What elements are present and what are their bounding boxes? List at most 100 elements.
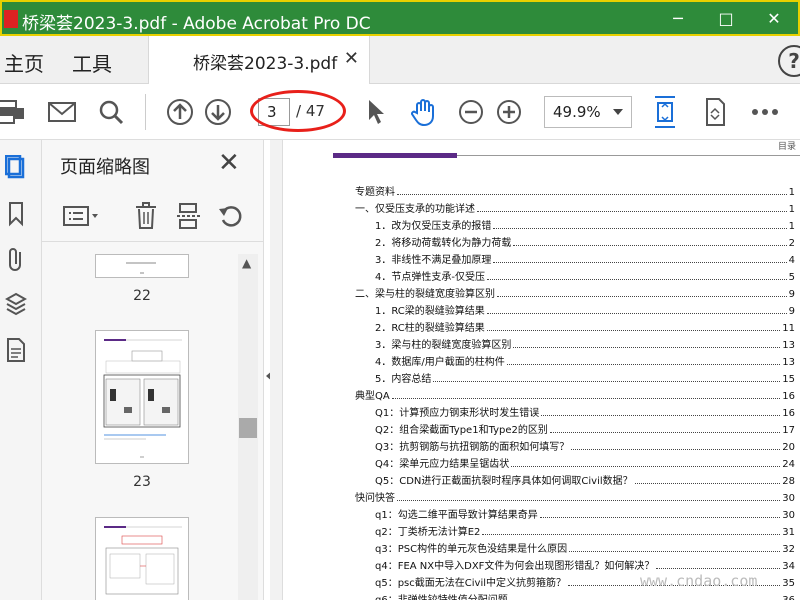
toc-entry[interactable]: 快问快答 30 [355,487,795,504]
toc-entry[interactable]: Q5：CDN进行正截面抗裂时程序具体如何调取Civil数据？ 28 [355,470,795,487]
toc-entry-page: 1 [788,204,795,215]
toc-entry-title: 1．RC梁的裂缝验算结果 [375,302,487,317]
toc-entry-page: 28 [782,476,795,487]
close-window-button[interactable]: ✕ [750,2,798,34]
toc-entry-page: 24 [782,459,795,470]
toc-leader-dots [549,432,781,433]
toc-leader-dots [493,262,787,263]
toc-entry[interactable]: Q3：抗剪钢筋与抗扭钢筋的面积如何填写？ 20 [355,436,795,453]
toc-entry-title: 一、仅受压支承的功能详述 [355,200,477,215]
toc-entry[interactable]: 二、梁与柱的裂缝宽度验算区别 9 [355,283,795,300]
highlight-oval-annotation [250,90,346,132]
toc-entry-page: 16 [782,391,795,402]
select-cursor-icon[interactable] [364,96,388,128]
toc-entry[interactable]: 3．非线性不满足叠加原理 4 [355,249,795,266]
bookmark-icon[interactable] [4,200,28,228]
toc-entry[interactable]: Q2：组合梁截面Type1和Type2的区别 17 [355,419,795,436]
toc-entry[interactable]: 2．RC柱的裂缝验算结果 11 [355,317,795,334]
thumbnail-scrollbar[interactable]: ▲ [238,254,258,600]
document-tab-label: 桥梁荟2023-3.pdf [193,54,338,74]
tab-tools[interactable]: 工具 [72,48,112,77]
toc-entry[interactable]: 4．数据库/用户截面的柱构件 13 [355,351,795,368]
toc-leader-dots [569,551,781,552]
toc-leader-dots [497,296,787,297]
search-icon[interactable] [96,96,126,128]
document-view: 目录 专题资料 1 一、仅受压支承的功能详述 1 1．改为仅受压支承的报错 1 2．将移动荷… [270,140,800,600]
toc-entry[interactable]: 3．梁与柱的裂缝宽度验算区别 13 [355,334,795,351]
main-toolbar: 3 / 47 49.9% [0,84,800,140]
zoom-level-select[interactable]: 49.9% [544,96,632,128]
toc-entry[interactable]: 专题资料 1 [355,181,795,198]
chevron-down-icon [613,109,623,115]
tab-document[interactable]: 桥梁荟2023-3.pdf ✕ [148,36,370,84]
layers-icon[interactable] [4,290,28,318]
toc-entry-title: 4．节点弹性支承-仅受压 [375,268,487,283]
toc-entry[interactable]: 1．改为仅受压支承的报错 1 [355,215,795,232]
toc-entry[interactable]: 5．内容总结 15 [355,368,795,385]
fit-page-icon[interactable] [652,96,678,128]
page-thumbnail-23[interactable] [95,330,189,464]
toc-entry-title: q2：丁类桥无法计算E2 [375,523,483,538]
toc-leader-dots [486,279,787,280]
toc-entry[interactable]: Q1：计算预应力钢束形状时发生错误 16 [355,402,795,419]
toc-leader-dots [482,534,781,535]
zoom-in-icon[interactable] [494,96,524,128]
toc-entry-page: 1 [788,187,795,198]
toc-leader-dots [571,449,781,450]
print-icon[interactable] [0,96,28,128]
toc-entry[interactable]: 一、仅受压支承的功能详述 1 [355,198,795,215]
thumbnail-page-number: 22 [133,288,151,304]
toc-leader-dots [539,517,781,518]
toc-entry[interactable]: q1：勾选二维平面导致计算结果奇异 30 [355,504,795,521]
page-thumbnails-panel: 页面缩略图 ✕ ▲ 22 23 [42,140,264,600]
pdf-page: 目录 专题资料 1 一、仅受压支承的功能详述 1 1．改为仅受压支承的报错 1 2．将移动荷… [282,140,800,600]
minimize-button[interactable]: ─ [654,2,702,34]
toc-entry-title: 4．数据库/用户截面的柱构件 [375,353,507,368]
previous-page-icon[interactable] [164,96,196,128]
table-of-contents: 专题资料 1 一、仅受压支承的功能详述 1 1．改为仅受压支承的报错 1 2．将移动荷载转化… [355,181,795,600]
more-options-icon[interactable] [750,96,780,128]
page-thumbnail-22[interactable] [95,254,189,278]
toc-entry[interactable]: 4．节点弹性支承-仅受压 5 [355,266,795,283]
toc-entry[interactable]: q2：丁类桥无法计算E2 31 [355,521,795,538]
toc-leader-dots [656,568,781,569]
thumbnail-options-icon[interactable] [62,202,100,230]
close-panel-icon[interactable]: ✕ [218,148,240,178]
toc-entry[interactable]: Q4：梁单元应力结果呈锯齿状 24 [355,453,795,470]
extract-page-icon[interactable] [176,202,202,230]
toc-entry[interactable]: q4：FEA NX中导入DXF文件为何会出现图形错乱？如何解决？ 34 [355,555,795,572]
document-properties-icon[interactable] [4,336,28,364]
toc-entry[interactable]: 典型QA 16 [355,385,795,402]
rotate-page-icon[interactable] [218,202,244,230]
email-icon[interactable] [46,96,78,128]
toc-entry[interactable]: q3：PSC构件的单元灰色没结果是什么原因 32 [355,538,795,555]
toc-entry-page: 16 [782,408,795,419]
help-icon[interactable]: ? [778,45,800,77]
rotate-view-icon[interactable] [702,96,728,128]
toc-entry-title: 二、梁与柱的裂缝宽度验算区别 [355,285,497,300]
toc-entry[interactable]: 2．将移动荷载转化为静力荷载 2 [355,232,795,249]
toolbar-separator [145,94,146,130]
toc-leader-dots [513,245,787,246]
toc-entry-page: 1 [788,221,795,232]
page-thumbnail-24[interactable] [95,517,189,600]
page-thumbnails-icon[interactable] [4,154,28,182]
hand-tool-icon[interactable] [408,96,440,128]
thumbnail-page-number: 23 [133,474,151,490]
delete-page-icon[interactable] [134,202,158,230]
window-controls: ─ □ ✕ [654,2,798,34]
scroll-up-icon[interactable]: ▲ [242,256,251,270]
toc-entry-title: q4：FEA NX中导入DXF文件为何会出现图形错乱？如何解决？ [375,557,657,572]
next-page-icon[interactable] [202,96,234,128]
tab-home[interactable]: 主页 [4,48,44,77]
attachment-icon[interactable] [4,246,28,274]
toc-entry[interactable]: q6：非弹性铰特性值分配问题 36 [355,589,795,600]
toc-entry-title: 专题资料 [355,183,397,198]
scrollbar-thumb[interactable] [239,418,257,438]
toc-entry[interactable]: 1．RC梁的裂缝验算结果 9 [355,300,795,317]
toc-entry-page: 30 [782,510,795,521]
close-tab-icon[interactable]: ✕ [344,48,359,69]
maximize-button[interactable]: □ [702,2,750,34]
zoom-out-icon[interactable] [456,96,486,128]
toc-leader-dots [397,500,781,501]
